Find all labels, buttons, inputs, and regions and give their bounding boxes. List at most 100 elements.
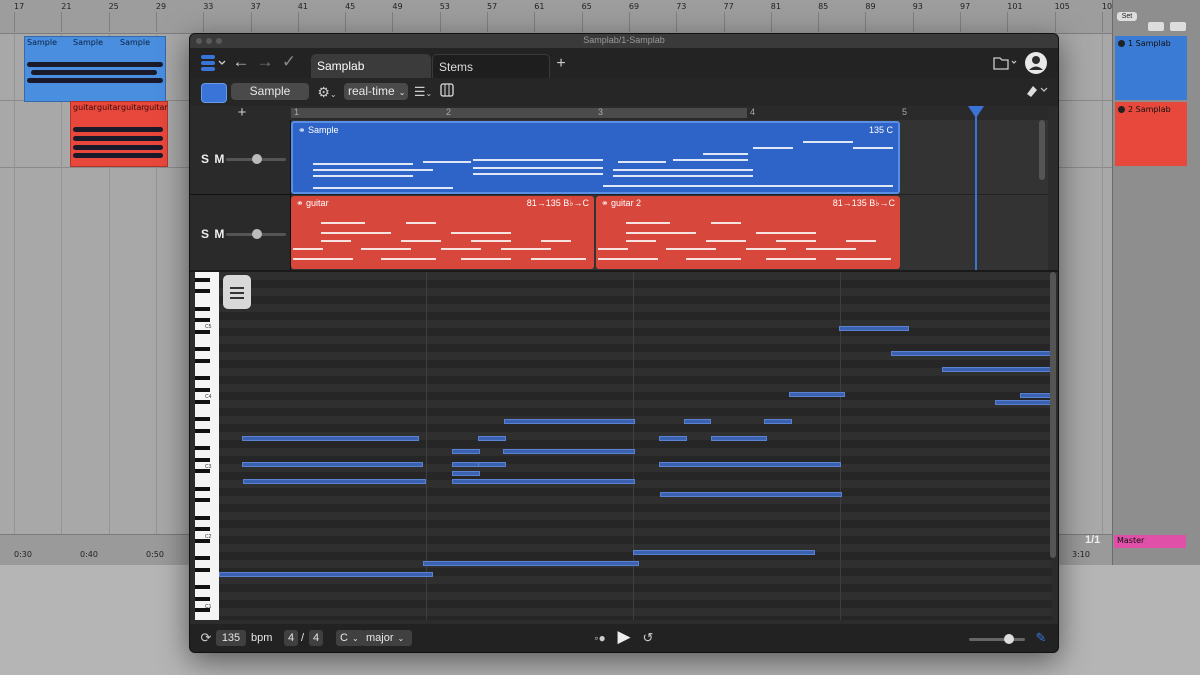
piano-key-black[interactable] [195,585,210,590]
mute-button[interactable]: M [214,152,225,166]
master-track-header[interactable]: Master [1114,535,1186,548]
piano-key-black[interactable] [195,527,210,532]
piano-key-black[interactable] [195,556,210,561]
tab-stems[interactable]: Stems [432,54,550,78]
time-sig-numerator[interactable]: 4 [284,630,298,646]
piano-key-black[interactable] [195,347,210,352]
piano-key-black[interactable] [195,399,210,404]
arrangement-ruler[interactable]: 1 2 3 4 5 [291,106,1048,120]
list-icon[interactable]: ☰⌄ [410,82,436,104]
checkmark-icon[interactable]: ✓ [278,52,300,72]
midi-note[interactable] [839,326,909,331]
piano-key-black[interactable] [195,567,210,572]
play-icon[interactable]: ▶ [614,627,634,647]
piano-keys-icon[interactable] [438,82,456,102]
track-header-2[interactable]: 2 Samplab [1115,102,1187,166]
midi-note[interactable] [891,351,1051,356]
midi-note[interactable] [764,419,792,424]
piano-keyboard[interactable]: C5 C4 C3 C2 C1 [195,272,219,620]
midi-note[interactable] [995,400,1052,405]
midi-note[interactable] [243,479,426,484]
arr-clip-guitar[interactable]: ⚭ guitar 81→135 B♭→C [291,196,594,269]
arrow-left-icon[interactable]: ← [230,52,252,72]
midi-note[interactable] [452,462,480,467]
key-select[interactable]: C ⌄ [336,630,364,646]
midi-note[interactable] [942,367,1052,372]
midi-note[interactable] [452,449,480,454]
midi-note[interactable] [478,436,506,441]
piano-key-black[interactable] [195,306,210,311]
lane-volume-slider[interactable] [226,229,286,239]
piano-key-black[interactable] [195,388,210,392]
zoom-slider-knob[interactable] [1004,634,1014,644]
midi-note[interactable] [633,550,815,555]
piano-key-black[interactable] [195,318,210,323]
clip-name-field[interactable]: Sample [231,83,309,100]
record-icon[interactable]: ◦● [590,628,610,648]
midi-note[interactable] [242,436,419,441]
loop-region[interactable] [291,108,747,118]
tab-samplab[interactable]: Samplab [311,54,431,78]
midi-note[interactable] [478,462,506,467]
host-clip-guitar[interactable]: guitar guitar guitar guitar [70,101,168,167]
arrow-right-icon[interactable]: → [254,52,276,72]
magnet-icon[interactable] [1022,82,1050,103]
midi-note[interactable] [659,436,687,441]
piano-key-black[interactable] [195,596,210,601]
piano-key-black[interactable] [195,428,210,433]
gear-icon[interactable]: ⚙⌄ [314,82,340,105]
scale-select[interactable]: major ⌄ [362,630,412,646]
tempo-field[interactable]: 135 [216,630,246,646]
mode-select[interactable]: real-time ⌄ [344,83,408,100]
midi-note[interactable] [219,572,433,577]
pencil-icon[interactable]: ✎ [1032,628,1050,648]
midi-note[interactable] [711,436,767,441]
midi-note[interactable] [1020,393,1052,398]
arr-clip-sample[interactable]: ⚭ Sample 135 C [291,121,900,194]
solo-button[interactable]: S [201,227,210,241]
file-icon[interactable] [223,275,251,309]
host-clip-sample[interactable]: Sample Sample Sample [24,36,166,102]
piano-key-black[interactable] [195,457,210,462]
midi-note[interactable] [503,449,635,454]
midi-note[interactable] [659,462,841,467]
arrangement-lanes[interactable]: ⚭ Sample 135 C ⚭ guitar 81→135 B♭→C ⚭ gu… [291,120,1048,270]
midi-note[interactable] [504,419,635,424]
playhead[interactable] [975,106,977,270]
host-tool-icon[interactable] [1170,22,1186,31]
midi-note[interactable] [452,471,480,476]
midi-note[interactable] [423,561,639,566]
piano-key-black[interactable] [195,446,210,450]
time-sig-denominator[interactable]: 4 [309,630,323,646]
piano-key-black[interactable] [195,330,210,334]
midi-note[interactable] [684,419,711,424]
solo-button[interactable]: S [201,152,210,166]
midi-note[interactable] [242,462,423,467]
piano-key-black[interactable] [195,417,210,421]
lane-volume-slider[interactable] [226,154,286,164]
bounce-icon[interactable]: ↺ [638,628,658,648]
arrangement-scrollbar[interactable] [1039,120,1045,180]
clip-color-swatch[interactable] [201,83,227,103]
stack-menu-icon[interactable] [198,53,228,78]
folder-export-icon[interactable] [992,54,1018,77]
mute-button[interactable]: M [214,227,225,241]
set-button[interactable]: Set [1117,12,1137,21]
piano-key-black[interactable] [195,486,210,491]
arr-clip-guitar-2[interactable]: ⚭ guitar 2 81→135 B♭→C [596,196,900,269]
host-tool-icon[interactable] [1148,22,1164,31]
plus-icon[interactable]: + [552,54,570,74]
piano-key-black[interactable] [195,359,210,363]
piano-key-black[interactable] [195,515,210,520]
midi-note[interactable] [452,479,635,484]
loop-icon[interactable]: ⟳ [198,628,214,648]
window-titlebar[interactable]: Samplab/1-Samplab [190,34,1058,48]
midi-note[interactable] [789,392,845,397]
piano-key-black[interactable] [195,289,210,294]
zoom-slider[interactable] [969,638,1025,641]
piano-key-black[interactable] [195,498,210,503]
track-header-1[interactable]: 1 Samplab [1115,36,1187,100]
piano-key-black[interactable] [195,376,210,381]
roll-scrollbar[interactable] [1050,272,1056,558]
host-ruler[interactable]: 17 21 25 29 33 37 41 45 49 53 57 61 65 69 73 77 81 85 89 93… [0,0,1117,34]
